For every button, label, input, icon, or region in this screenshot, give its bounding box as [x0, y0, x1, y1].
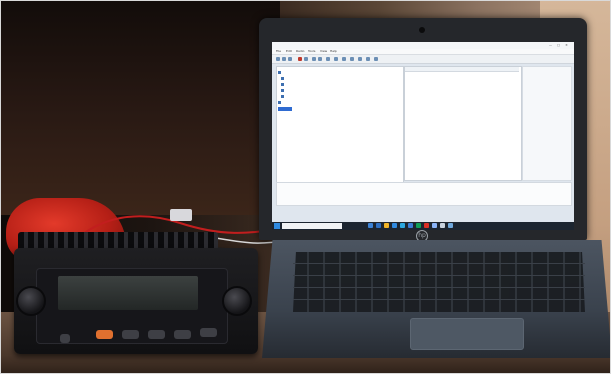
windows-start-icon[interactable] — [274, 223, 280, 229]
radio-lcd-display — [58, 276, 198, 310]
delete-icon[interactable] — [298, 57, 302, 61]
log-pane — [276, 182, 572, 206]
radio-button[interactable] — [96, 330, 113, 339]
dark-cabinet-background — [0, 0, 280, 215]
taskbar-app-icon[interactable] — [416, 223, 421, 228]
webcam-icon — [419, 27, 425, 33]
toolbar-icon[interactable] — [326, 57, 330, 61]
edge-icon[interactable] — [392, 223, 397, 228]
radio-button[interactable] — [174, 330, 191, 339]
memory-icon — [281, 77, 284, 80]
toolbar-icon[interactable] — [318, 57, 322, 61]
taskbar-app-icon[interactable] — [408, 223, 413, 228]
toolbar-icon[interactable] — [304, 57, 308, 61]
toolbar-icon[interactable] — [342, 57, 346, 61]
folder-icon[interactable] — [384, 223, 389, 228]
taskbar-app-icon[interactable] — [400, 223, 405, 228]
new-icon[interactable] — [276, 57, 280, 61]
taskbar-app-icon[interactable] — [448, 223, 453, 228]
radio-tuning-knob[interactable] — [222, 286, 252, 316]
toolbar-icon[interactable] — [366, 57, 370, 61]
taskbar-app-icon[interactable] — [424, 223, 429, 228]
keyboard-row-divider — [293, 299, 585, 300]
toolbar-icon[interactable] — [350, 57, 354, 61]
taskbar-app-icon[interactable] — [376, 223, 381, 228]
list-header — [405, 67, 519, 72]
radio-volume-knob[interactable] — [16, 286, 46, 316]
menu-view[interactable]: View — [320, 49, 327, 54]
menu-edit[interactable]: Edit — [286, 49, 292, 54]
minimize-button[interactable]: — — [548, 43, 553, 47]
folder-icon — [278, 71, 281, 74]
radio-button[interactable] — [122, 330, 139, 339]
open-icon[interactable] — [282, 57, 286, 61]
toolbar-icon[interactable] — [312, 57, 316, 61]
radio-mic-jack — [60, 334, 70, 343]
menu-file[interactable]: File — [276, 49, 281, 54]
save-icon[interactable] — [288, 57, 292, 61]
taskbar-app-icon[interactable] — [432, 223, 437, 228]
keyboard-row-divider — [293, 263, 585, 264]
close-button[interactable]: ✕ — [564, 43, 569, 47]
memory-icon — [281, 95, 284, 98]
toolbar-icon[interactable] — [358, 57, 362, 61]
laptop-touchpad[interactable] — [410, 318, 524, 350]
keyboard-row-divider — [293, 287, 585, 288]
radio-button[interactable] — [148, 330, 165, 339]
folder-icon — [278, 101, 281, 104]
laptop-screen: — □ ✕ File Edit Radio Tools View Help — [272, 42, 574, 230]
memory-icon — [281, 89, 284, 92]
toolbar-icon[interactable] — [374, 57, 378, 61]
tree-item-selected[interactable] — [278, 107, 292, 111]
keyboard-row-divider — [293, 275, 585, 276]
memory-icon — [281, 83, 284, 86]
taskbar-app-icon[interactable] — [368, 223, 373, 228]
menu-tools[interactable]: Tools — [308, 49, 315, 54]
menu-radio[interactable]: Radio — [296, 49, 304, 54]
laptop-keyboard[interactable] — [293, 252, 585, 312]
taskbar-search-input[interactable] — [282, 223, 342, 229]
radio-button[interactable] — [200, 328, 217, 337]
properties-pane — [522, 66, 572, 181]
taskbar-app-icon[interactable] — [440, 223, 445, 228]
toolbar-icon[interactable] — [334, 57, 338, 61]
list-pane — [404, 66, 522, 181]
window-titlebar — [272, 42, 574, 49]
menu-help[interactable]: Help — [330, 49, 337, 54]
photo-scene: — □ ✕ File Edit Radio Tools View Help hp — [0, 0, 611, 374]
maximize-button[interactable]: □ — [556, 43, 561, 47]
